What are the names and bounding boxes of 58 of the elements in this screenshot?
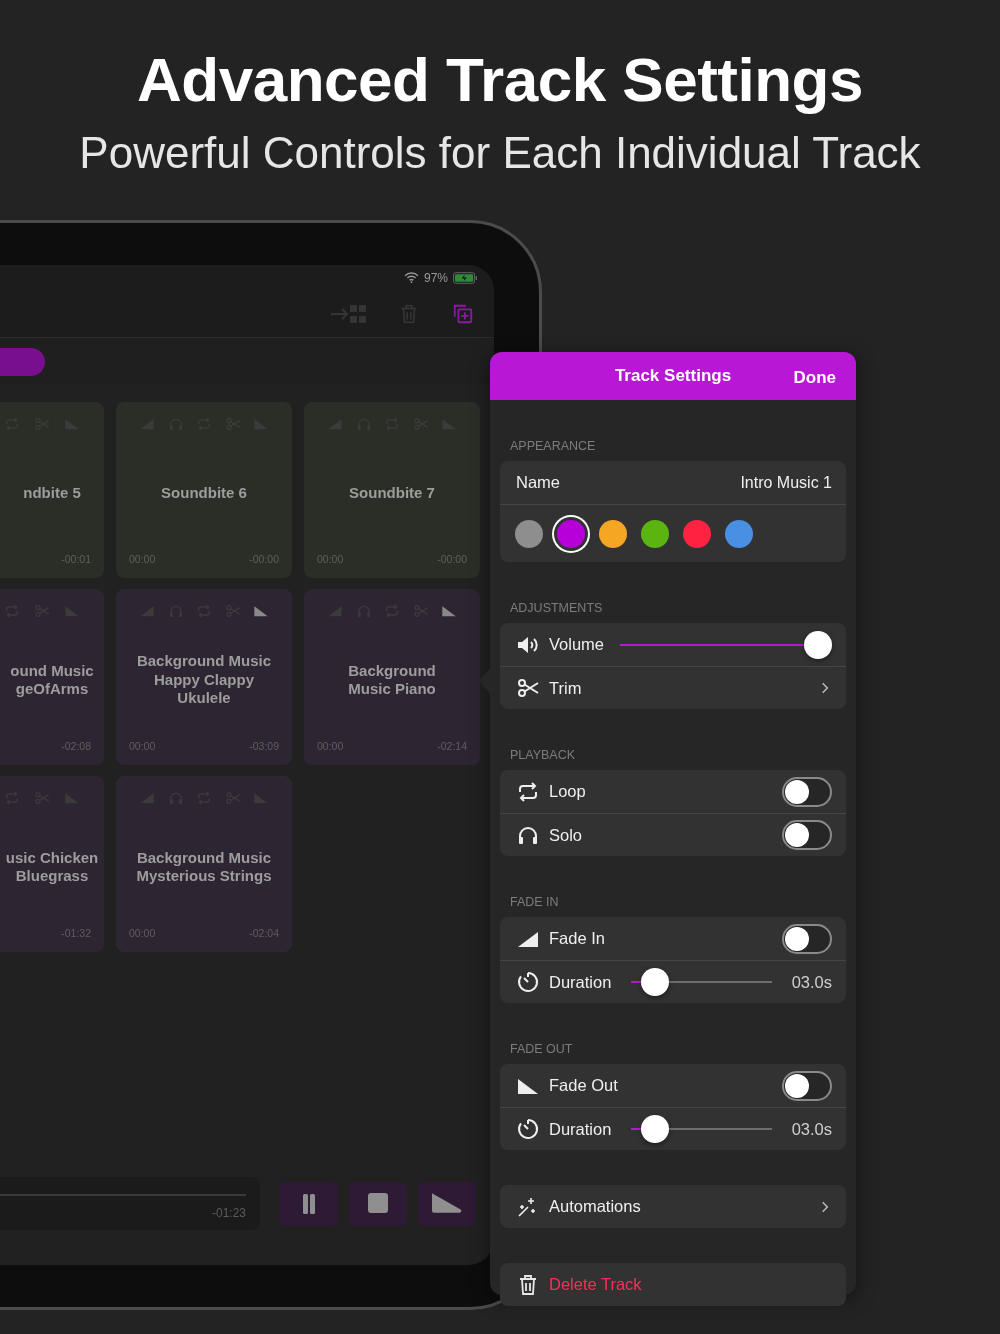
row-label: Duration	[549, 971, 612, 993]
color-swatch[interactable]	[725, 519, 753, 548]
settings-row[interactable]: Trim	[500, 666, 846, 709]
remaining-time: -01:32	[61, 926, 91, 942]
section-header: ADJUSTMENTS	[509, 601, 603, 616]
track-title: Soundbite 6	[161, 483, 247, 503]
remaining-time: -01:23	[211, 1205, 246, 1222]
track-title: ound Music geOfArms	[10, 661, 94, 699]
fade-out-button[interactable]	[418, 1181, 476, 1226]
track-title: ndbite 5	[23, 483, 81, 503]
popover-title: Track Settings	[614, 365, 732, 388]
scissors-icon	[516, 676, 540, 700]
color-swatch[interactable]	[683, 519, 711, 548]
loop-icon	[516, 779, 540, 804]
row-label: Duration	[549, 1118, 612, 1140]
track-title: Background Music Happy Clappy Ukulele	[136, 652, 272, 708]
row-label: Fade Out	[549, 1075, 618, 1097]
row-label: Name	[516, 472, 560, 494]
timer-icon	[516, 970, 540, 994]
color-swatch[interactable]	[515, 519, 543, 548]
delete-row[interactable]: Delete Track	[500, 1263, 846, 1306]
track-tile[interactable]: usic Chicken Bluegrass -01:32	[0, 776, 104, 952]
section-header: PLAYBACK	[509, 748, 576, 763]
fade-out-icon	[432, 1191, 462, 1216]
track-title: Background Music Piano	[348, 661, 436, 699]
headline: Advanced Track Settings	[137, 44, 863, 116]
color-swatch[interactable]	[641, 519, 669, 548]
slider-thumb[interactable]	[641, 1115, 670, 1143]
section-header: FADE IN	[509, 895, 559, 910]
row-label: Loop	[549, 781, 586, 803]
subheadline: Powerful Controls for Each Individual Track	[79, 127, 921, 179]
stop-button[interactable]	[349, 1181, 407, 1226]
timer-icon	[516, 1117, 540, 1141]
row-label: Fade In	[549, 928, 605, 950]
track-title: Background Music Mysterious Strings	[136, 848, 272, 886]
pause-button[interactable]	[280, 1181, 338, 1226]
battery-percent: 97%	[423, 269, 448, 287]
wifi-icon	[403, 272, 419, 283]
slider-thumb[interactable]	[804, 630, 833, 659]
toggle-switch[interactable]	[782, 923, 832, 954]
slider-reading: 03.0s	[791, 1118, 832, 1140]
section-header: APPEARANCE	[509, 439, 596, 454]
row-label: Volume	[549, 634, 605, 656]
settings-row[interactable]: Automations	[500, 1185, 846, 1228]
remaining-time: -03:09	[249, 739, 279, 755]
color-swatch[interactable]	[599, 519, 627, 548]
toggle-switch[interactable]	[782, 776, 832, 807]
slider-thumb[interactable]	[641, 968, 670, 996]
toggle-switch[interactable]	[782, 820, 832, 850]
section-header: FADE OUT	[509, 1042, 573, 1057]
row-label: Solo	[549, 824, 583, 846]
done-button[interactable]: Done	[793, 361, 836, 395]
track-title: usic Chicken Bluegrass	[5, 848, 99, 886]
battery-icon	[453, 271, 478, 284]
track-title: Soundbite 7	[349, 483, 435, 503]
name-value: Intro Music 1	[740, 472, 832, 493]
slider-reading: 03.0s	[791, 971, 832, 993]
toggle-switch[interactable]	[782, 1070, 832, 1101]
